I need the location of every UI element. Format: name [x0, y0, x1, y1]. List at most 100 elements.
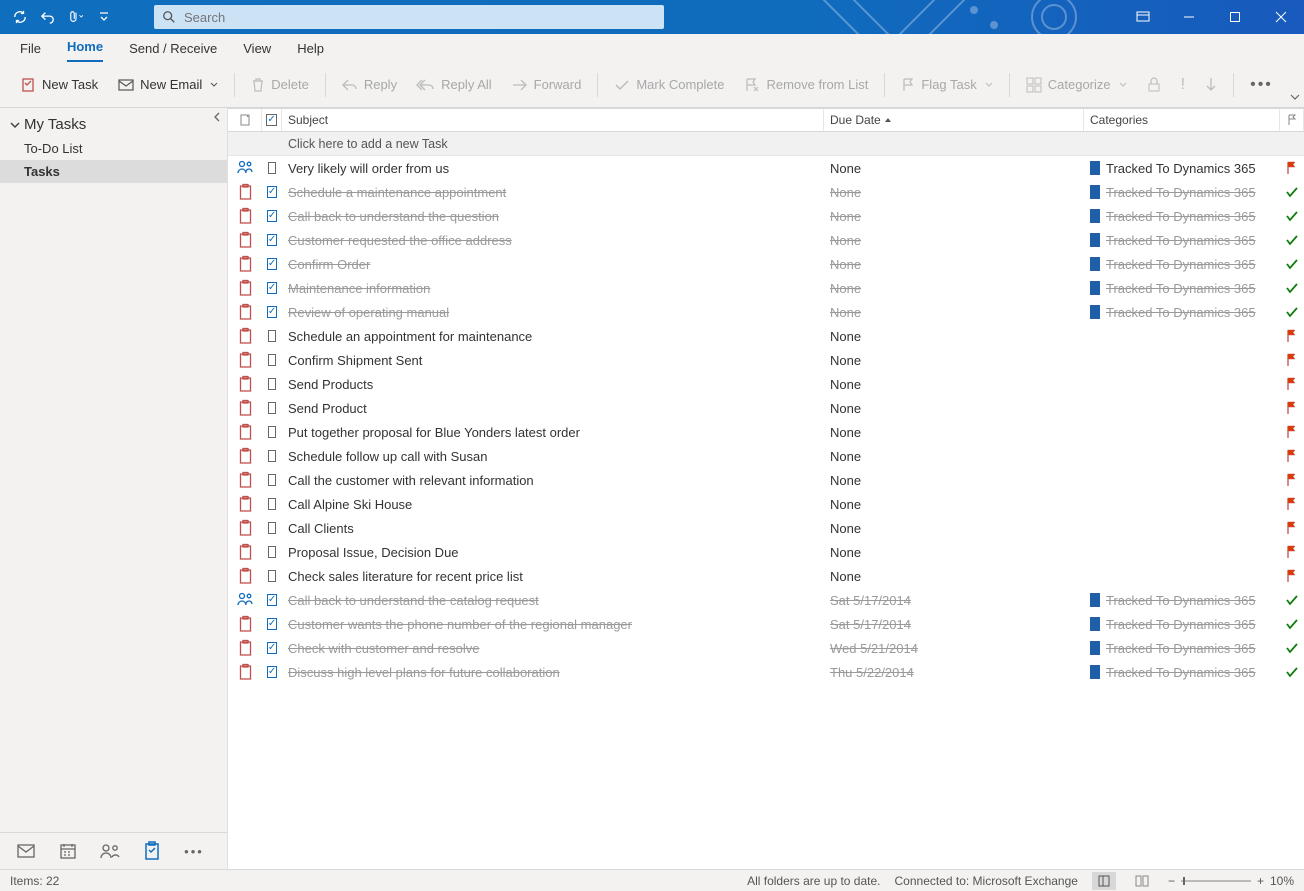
col-header-due-date[interactable]: Due Date	[824, 109, 1084, 131]
menu-file[interactable]: File	[20, 37, 41, 62]
menu-view[interactable]: View	[243, 37, 271, 62]
task-complete-checkbox[interactable]	[262, 228, 282, 252]
undo-icon[interactable]	[38, 7, 58, 27]
zoom-slider[interactable]	[1181, 880, 1251, 882]
col-header-subject[interactable]: Subject	[282, 109, 824, 131]
task-flag-icon[interactable]	[1280, 540, 1304, 564]
task-complete-checkbox[interactable]	[262, 252, 282, 276]
task-row[interactable]: Customer wants the phone number of the r…	[228, 612, 1304, 636]
task-row[interactable]: Discuss high level plans for future coll…	[228, 660, 1304, 684]
task-row[interactable]: Maintenance informationNoneTracked To Dy…	[228, 276, 1304, 300]
close-icon[interactable]	[1258, 0, 1304, 34]
zoom-out-icon[interactable]: −	[1168, 874, 1175, 888]
task-row[interactable]: Call ClientsNone	[228, 516, 1304, 540]
task-flag-icon[interactable]	[1280, 636, 1304, 660]
nav-more-icon[interactable]: •••	[184, 841, 204, 861]
task-flag-icon[interactable]	[1280, 516, 1304, 540]
search-input[interactable]	[184, 10, 656, 25]
task-complete-checkbox[interactable]	[262, 516, 282, 540]
task-row[interactable]: Proposal Issue, Decision DueNone	[228, 540, 1304, 564]
task-flag-icon[interactable]	[1280, 660, 1304, 684]
delete-button[interactable]: Delete	[243, 69, 317, 101]
task-complete-checkbox[interactable]	[262, 612, 282, 636]
task-flag-icon[interactable]	[1280, 372, 1304, 396]
task-flag-icon[interactable]	[1280, 276, 1304, 300]
task-complete-checkbox[interactable]	[262, 396, 282, 420]
task-flag-icon[interactable]	[1280, 228, 1304, 252]
task-complete-checkbox[interactable]	[262, 180, 282, 204]
sidebar-collapse-icon[interactable]	[213, 110, 221, 125]
nav-calendar-icon[interactable]	[58, 841, 78, 861]
task-row[interactable]: Call back to understand the questionNone…	[228, 204, 1304, 228]
more-options-button[interactable]: •••	[1242, 69, 1281, 101]
task-flag-icon[interactable]	[1280, 612, 1304, 636]
ribbon-expand-icon[interactable]	[1290, 90, 1300, 105]
task-row[interactable]: Schedule follow up call with SusanNone	[228, 444, 1304, 468]
forward-button[interactable]: Forward	[504, 69, 590, 101]
task-flag-icon[interactable]	[1280, 204, 1304, 228]
task-row[interactable]: Schedule an appointment for maintenanceN…	[228, 324, 1304, 348]
menu-home[interactable]: Home	[67, 35, 103, 62]
remove-from-list-button[interactable]: Remove from List	[736, 69, 876, 101]
task-flag-icon[interactable]	[1280, 396, 1304, 420]
add-task-row[interactable]: Click here to add a new Task	[228, 132, 1304, 156]
categorize-button[interactable]: Categorize	[1018, 69, 1135, 101]
attach-dropdown-icon[interactable]	[66, 7, 86, 27]
nav-mail-icon[interactable]	[16, 841, 36, 861]
task-complete-checkbox[interactable]	[262, 492, 282, 516]
zoom-in-icon[interactable]: +	[1257, 874, 1264, 888]
task-complete-checkbox[interactable]	[262, 276, 282, 300]
minimize-icon[interactable]	[1166, 0, 1212, 34]
task-row[interactable]: Put together proposal for Blue Yonders l…	[228, 420, 1304, 444]
task-complete-checkbox[interactable]	[262, 660, 282, 684]
task-flag-icon[interactable]	[1280, 180, 1304, 204]
view-reading-icon[interactable]	[1130, 872, 1154, 890]
sidebar-item-todo-list[interactable]: To-Do List	[0, 137, 227, 160]
task-row[interactable]: Customer requested the office addressNon…	[228, 228, 1304, 252]
qat-customize-icon[interactable]	[94, 7, 114, 27]
task-complete-checkbox[interactable]	[262, 300, 282, 324]
task-complete-checkbox[interactable]	[262, 348, 282, 372]
my-tasks-header[interactable]: My Tasks	[0, 108, 227, 137]
menu-help[interactable]: Help	[297, 37, 324, 62]
task-flag-icon[interactable]	[1280, 300, 1304, 324]
task-row[interactable]: Confirm OrderNoneTracked To Dynamics 365	[228, 252, 1304, 276]
task-row[interactable]: Check with customer and resolveWed 5/21/…	[228, 636, 1304, 660]
nav-people-icon[interactable]	[100, 841, 120, 861]
task-complete-checkbox[interactable]	[262, 468, 282, 492]
task-row[interactable]: Call Alpine Ski HouseNone	[228, 492, 1304, 516]
task-complete-checkbox[interactable]	[262, 636, 282, 660]
task-flag-icon[interactable]	[1280, 588, 1304, 612]
task-complete-checkbox[interactable]	[262, 588, 282, 612]
reply-button[interactable]: Reply	[334, 69, 405, 101]
importance-low-button[interactable]	[1197, 69, 1225, 101]
task-row[interactable]: Call the customer with relevant informat…	[228, 468, 1304, 492]
task-flag-icon[interactable]	[1280, 252, 1304, 276]
task-flag-icon[interactable]	[1280, 468, 1304, 492]
task-row[interactable]: Call back to understand the catalog requ…	[228, 588, 1304, 612]
task-row[interactable]: Send ProductNone	[228, 396, 1304, 420]
task-flag-icon[interactable]	[1280, 348, 1304, 372]
new-email-button[interactable]: New Email	[110, 69, 226, 101]
sidebar-item-tasks[interactable]: Tasks	[0, 160, 227, 183]
nav-tasks-icon[interactable]	[142, 841, 162, 861]
task-row[interactable]: Review of operating manualNoneTracked To…	[228, 300, 1304, 324]
task-complete-checkbox[interactable]	[262, 156, 282, 180]
task-flag-icon[interactable]	[1280, 324, 1304, 348]
task-flag-icon[interactable]	[1280, 444, 1304, 468]
maximize-icon[interactable]	[1212, 0, 1258, 34]
task-flag-icon[interactable]	[1280, 564, 1304, 588]
sync-icon[interactable]	[10, 7, 30, 27]
task-complete-checkbox[interactable]	[262, 540, 282, 564]
task-flag-icon[interactable]	[1280, 492, 1304, 516]
search-box[interactable]	[154, 5, 664, 29]
task-flag-icon[interactable]	[1280, 156, 1304, 180]
col-header-complete[interactable]	[262, 109, 282, 131]
task-row[interactable]: Check sales literature for recent price …	[228, 564, 1304, 588]
view-normal-icon[interactable]	[1092, 872, 1116, 890]
reply-all-button[interactable]: Reply All	[409, 69, 500, 101]
flag-task-button[interactable]: Flag Task	[893, 69, 1000, 101]
task-row[interactable]: Confirm Shipment SentNone	[228, 348, 1304, 372]
col-header-flag[interactable]	[1280, 109, 1304, 131]
task-complete-checkbox[interactable]	[262, 420, 282, 444]
